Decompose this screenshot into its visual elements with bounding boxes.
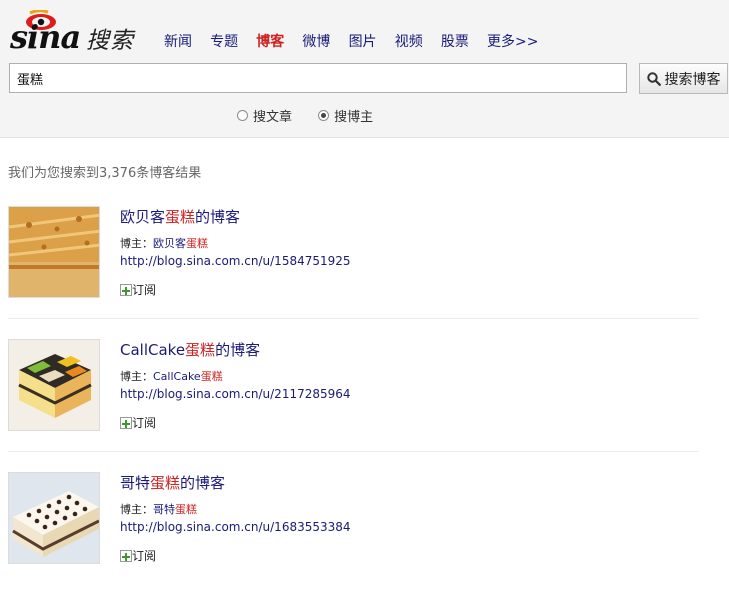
result-url[interactable]: http://blog.sina.com.cn/u/2117285964 [120, 387, 351, 401]
logo-text: sina [10, 18, 81, 56]
result-summary: 我们为您搜索到3,376条博客结果 [8, 166, 202, 181]
subscribe-icon [120, 416, 132, 429]
radio-bloggers-label: 搜博主 [334, 110, 374, 125]
search-mode-group: 搜文章 搜博主 [237, 106, 395, 125]
title-suffix: 的博客 [180, 474, 226, 492]
subscribe-label: 订阅 [132, 416, 157, 430]
owner-label: 博主： [120, 370, 153, 383]
search-button-label: 搜索博客 [664, 70, 721, 87]
subscribe-label: 订阅 [132, 283, 157, 297]
result-thumbnail[interactable] [8, 206, 100, 298]
title-keyword: 蛋糕 [185, 341, 216, 359]
title-keyword: 蛋糕 [150, 474, 181, 492]
result-title[interactable]: 哥特蛋糕的博客 [120, 472, 225, 493]
result-item: CallCake蛋糕的博客 博主：CallCake蛋糕 http://blog.… [8, 339, 698, 459]
search-blog-button[interactable]: 搜索博客 [639, 63, 728, 94]
nav-stocks[interactable]: 股票 [441, 31, 469, 51]
owner-keyword[interactable]: 蛋糕 [186, 237, 208, 250]
radio-articles-indicator[interactable] [237, 110, 248, 121]
search-icon [646, 71, 661, 86]
result-thumbnail[interactable] [8, 339, 100, 431]
nav-video[interactable]: 视频 [395, 31, 423, 51]
title-text: CallCake [120, 341, 186, 359]
subscribe-label: 订阅 [132, 549, 157, 563]
subscribe-icon [120, 283, 132, 296]
cake-slice-image [9, 207, 99, 297]
title-text: 欧贝客 [120, 208, 166, 226]
result-item: 欧贝客蛋糕的博客 博主：欧贝客蛋糕 http://blog.sina.com.c… [8, 206, 698, 326]
title-suffix: 的博客 [215, 341, 261, 359]
radio-search-articles[interactable]: 搜文章 [237, 106, 292, 125]
nav-news[interactable]: 新闻 [164, 31, 192, 51]
owner-label: 博主： [120, 503, 153, 516]
nav-blog[interactable]: 博客 [256, 31, 284, 51]
title-suffix: 的博客 [195, 208, 241, 226]
result-divider [8, 451, 698, 452]
nav-pictures[interactable]: 图片 [349, 31, 377, 51]
nav-weibo[interactable]: 微博 [302, 31, 330, 51]
radio-articles-label: 搜文章 [253, 110, 293, 125]
nav-topics[interactable]: 专题 [210, 31, 238, 51]
sina-logo[interactable]: sina 搜索 [10, 10, 140, 56]
subscribe-link[interactable]: 订阅 [120, 414, 156, 431]
result-owner: 博主：哥特蛋糕 [120, 501, 197, 517]
subscribe-link[interactable]: 订阅 [120, 281, 156, 298]
search-header: sina 搜索 新闻 专题 博客 微博 图片 视频 股票 更多>> 搜索博客 搜… [0, 0, 729, 138]
title-text: 哥特 [120, 474, 151, 492]
result-url[interactable]: http://blog.sina.com.cn/u/1584751925 [120, 254, 351, 268]
nav-more[interactable]: 更多>> [487, 31, 538, 51]
owner-name[interactable]: CallCake [153, 370, 201, 383]
title-keyword: 蛋糕 [165, 208, 196, 226]
channel-nav: 新闻 专题 博客 微博 图片 视频 股票 更多>> [164, 31, 552, 51]
result-owner: 博主：CallCake蛋糕 [120, 368, 223, 384]
result-item: 哥特蛋糕的博客 博主：哥特蛋糕 http://blog.sina.com.cn/… [8, 472, 698, 592]
owner-label: 博主： [120, 237, 153, 250]
owner-keyword[interactable]: 蛋糕 [201, 370, 223, 383]
result-url[interactable]: http://blog.sina.com.cn/u/1683553384 [120, 520, 351, 534]
subscribe-link[interactable]: 订阅 [120, 547, 156, 564]
result-thumbnail[interactable] [8, 472, 100, 564]
result-divider [8, 318, 698, 319]
result-title[interactable]: CallCake蛋糕的博客 [120, 339, 260, 360]
radio-search-bloggers[interactable]: 搜博主 [318, 106, 373, 125]
search-input[interactable] [9, 63, 627, 93]
owner-name[interactable]: 哥特 [153, 503, 175, 516]
result-title[interactable]: 欧贝客蛋糕的博客 [120, 206, 240, 227]
cake-squares-image [9, 340, 99, 430]
cake-dots-image [9, 473, 99, 563]
logo-search-word: 搜索 [86, 28, 134, 54]
result-owner: 博主：欧贝客蛋糕 [120, 235, 208, 251]
owner-name[interactable]: 欧贝客 [153, 237, 186, 250]
radio-bloggers-indicator[interactable] [318, 110, 330, 121]
owner-keyword[interactable]: 蛋糕 [175, 503, 197, 516]
subscribe-icon [120, 549, 132, 562]
